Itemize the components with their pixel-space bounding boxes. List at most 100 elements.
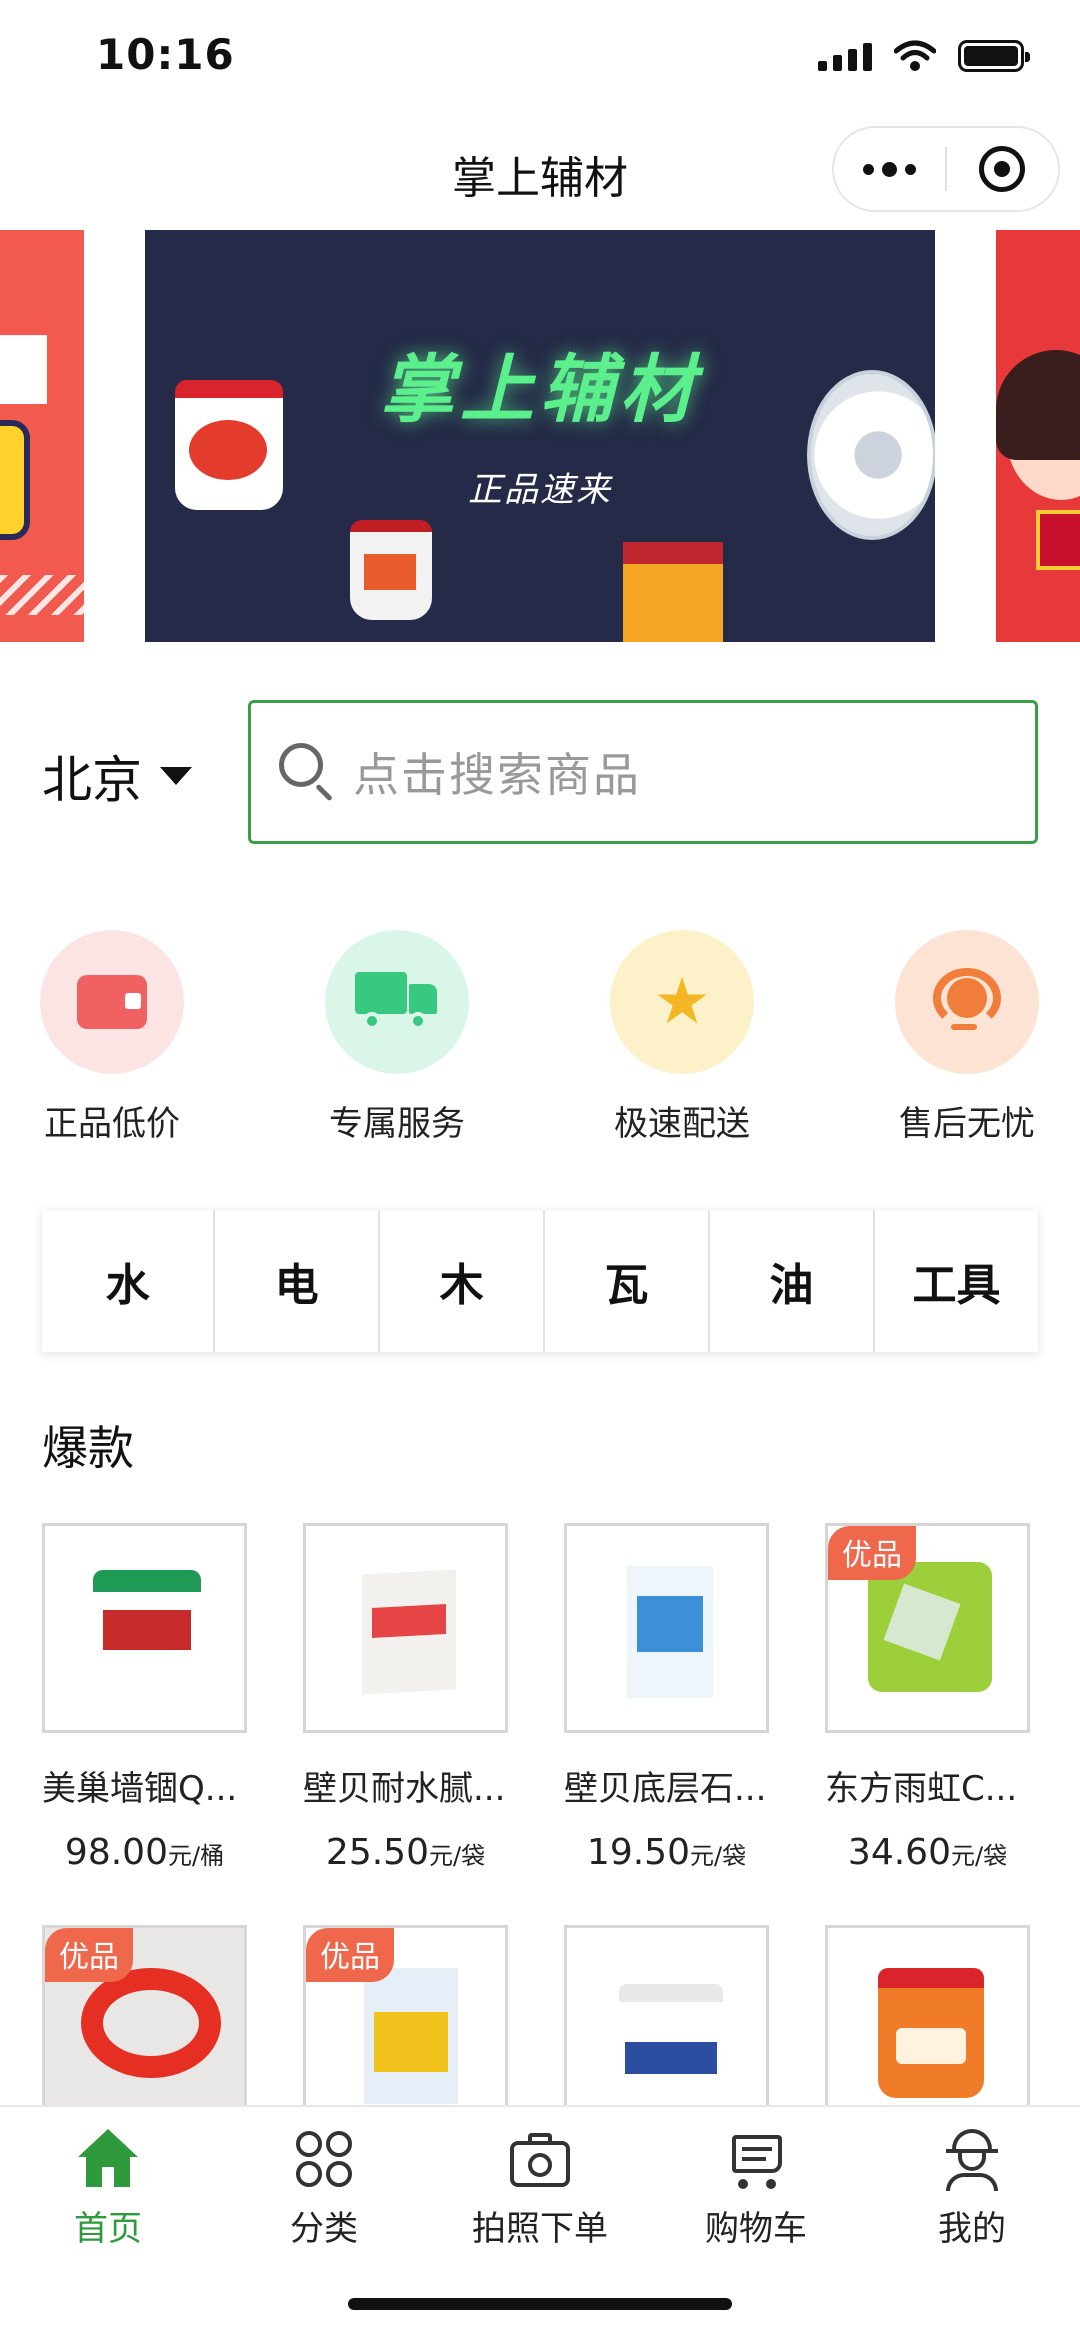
category-tab-paint[interactable]: 油 xyxy=(710,1210,875,1352)
feature-fast-delivery[interactable]: ★ 极速配送 xyxy=(582,930,782,1145)
tabbar-label: 拍照下单 xyxy=(472,2209,608,2249)
product-image xyxy=(564,1925,769,2135)
price-unit: 元/袋 xyxy=(950,1842,1008,1870)
product-image: 优品 xyxy=(303,1925,508,2135)
camera-icon xyxy=(508,2127,572,2191)
product-price: 98.00元/桶 xyxy=(42,1832,247,1873)
city-selector[interactable]: 北京 xyxy=(42,740,192,812)
product-card[interactable] xyxy=(825,1925,1030,2135)
grid-icon xyxy=(292,2127,356,2191)
status-time: 10:16 xyxy=(96,30,235,79)
cart-icon xyxy=(724,2127,788,2191)
product-price: 34.60元/袋 xyxy=(825,1832,1030,1873)
tabbar-item-photo-order[interactable]: 拍照下单 xyxy=(432,2127,648,2250)
category-tabs: 水 电 木 瓦 油 工具 xyxy=(42,1210,1038,1352)
product-card[interactable]: 优品 xyxy=(303,1925,508,2135)
truck-icon xyxy=(355,972,439,1032)
product-name: 壁贝耐水腻... xyxy=(303,1769,506,1809)
waterproof-bucket-image xyxy=(175,380,283,510)
paint-bucket-image xyxy=(350,520,432,620)
feature-circle xyxy=(40,930,184,1074)
banner-slide-current[interactable]: 掌上辅材 正品速来 xyxy=(145,230,935,642)
price-value: 25.50 xyxy=(325,1832,429,1873)
feature-label: 正品低价 xyxy=(44,1104,180,1144)
plaster-bag-image xyxy=(627,1566,713,1698)
product-image: 优品 xyxy=(42,1925,247,2135)
product-card[interactable]: 壁贝耐水腻... 25.50元/袋 xyxy=(303,1523,508,1873)
tabbar-item-mine[interactable]: 我的 xyxy=(864,2127,1080,2250)
price-value: 98.00 xyxy=(64,1832,168,1873)
cement-bag-image xyxy=(623,542,723,642)
product-image xyxy=(564,1523,769,1733)
product-card[interactable]: 优品 xyxy=(42,1925,247,2135)
price-value: 34.60 xyxy=(847,1832,951,1873)
tile-adhesive-bag-image xyxy=(868,1562,992,1692)
product-name: 美巢墙锢Q... xyxy=(42,1769,238,1809)
wifi-icon xyxy=(894,40,936,71)
banner-slide-next[interactable] xyxy=(996,230,1080,642)
banner-slide-previous[interactable]: ■ xyxy=(0,230,84,642)
tabbar-item-home[interactable]: 首页 xyxy=(0,2127,216,2250)
tabbar-label: 我的 xyxy=(938,2209,1006,2249)
battery-icon xyxy=(958,40,1030,72)
price-value: 19.50 xyxy=(586,1832,690,1873)
product-name: 壁贝底层石... xyxy=(564,1769,767,1809)
category-tab-tile[interactable]: 瓦 xyxy=(545,1210,711,1352)
woman-hair-graphic xyxy=(996,350,1080,460)
feature-circle xyxy=(325,930,469,1074)
price-unit: 元/桶 xyxy=(167,1842,225,1870)
feature-circle xyxy=(895,930,1039,1074)
product-image xyxy=(825,1925,1030,2135)
home-indicator[interactable] xyxy=(348,2298,732,2310)
tabbar-label: 分类 xyxy=(290,2209,358,2249)
tabbar-label: 首页 xyxy=(74,2209,142,2249)
putty-bag-image xyxy=(362,1569,456,1695)
search-icon xyxy=(279,743,337,802)
home-icon xyxy=(76,2127,140,2191)
product-image xyxy=(42,1523,247,1733)
close-button[interactable] xyxy=(947,128,1058,210)
feature-after-sales[interactable]: 售后无忧 xyxy=(867,930,1067,1145)
product-card[interactable] xyxy=(564,1925,769,2135)
search-input[interactable]: 点击搜索商品 xyxy=(248,700,1038,844)
price-unit: 元/袋 xyxy=(428,1842,486,1870)
category-tab-electric[interactable]: 电 xyxy=(215,1210,381,1352)
wave-graphic xyxy=(0,575,84,615)
more-button[interactable] xyxy=(834,128,945,210)
product-card[interactable]: 美巢墙锢Q... 98.00元/桶 xyxy=(42,1523,247,1873)
mini-program-capsule xyxy=(832,126,1060,212)
wallet-icon xyxy=(77,975,147,1029)
product-image xyxy=(303,1523,508,1733)
waterproof-bucket-image xyxy=(878,1968,984,2098)
more-dots-icon xyxy=(863,163,874,175)
tabbar-label: 购物车 xyxy=(705,2209,807,2249)
caret-down-icon xyxy=(160,767,192,785)
star-icon: ★ xyxy=(653,965,711,1039)
tabbar-item-cart[interactable]: 购物车 xyxy=(648,2127,864,2250)
feature-circle: ★ xyxy=(610,930,754,1074)
status-icons xyxy=(818,40,1030,72)
tabbar-item-category[interactable]: 分类 xyxy=(216,2127,432,2250)
category-tab-water[interactable]: 水 xyxy=(42,1210,216,1352)
product-card[interactable]: 壁贝底层石... 19.50元/袋 xyxy=(564,1523,769,1873)
worker-icon xyxy=(940,2127,1004,2191)
feature-row: 正品低价 专属服务 ★ 极速配送 售后无忧 xyxy=(0,930,1080,1150)
feature-exclusive-service[interactable]: 专属服务 xyxy=(297,930,497,1145)
feature-label: 售后无忧 xyxy=(899,1104,1035,1144)
product-card[interactable]: 优品 东方雨虹C... 34.60元/袋 xyxy=(825,1523,1030,1873)
category-tab-wood[interactable]: 木 xyxy=(380,1210,546,1352)
red-envelope-graphic xyxy=(1036,510,1080,570)
feature-label: 专属服务 xyxy=(329,1104,465,1144)
product-image: 优品 xyxy=(825,1523,1030,1733)
phone-graphic xyxy=(0,420,30,540)
category-tab-tools[interactable]: 工具 xyxy=(875,1210,1038,1352)
paint-bucket-image xyxy=(93,1570,201,1692)
title-bar: 掌上辅材 xyxy=(0,120,1080,220)
section-title-hot: 爆款 xyxy=(42,1421,134,1475)
feature-genuine-low-price[interactable]: 正品低价 xyxy=(12,930,212,1145)
feature-label: 极速配送 xyxy=(614,1104,750,1144)
mortar-bag-image xyxy=(364,1968,458,2104)
premium-badge: 优品 xyxy=(306,1928,394,1982)
product-price: 25.50元/袋 xyxy=(303,1832,508,1873)
interface-agent-bucket-image xyxy=(619,1984,723,2104)
